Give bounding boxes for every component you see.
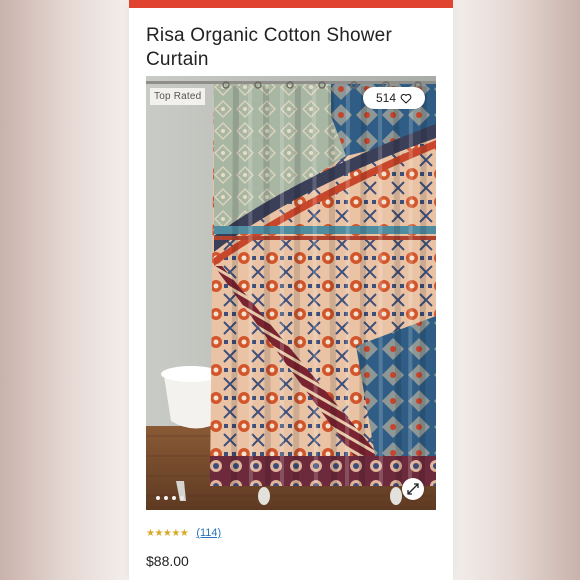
top-rated-badge: Top Rated — [150, 88, 206, 105]
expand-icon — [407, 483, 419, 495]
top-accent-bar — [129, 0, 453, 8]
gallery-dots[interactable] — [156, 496, 184, 500]
favorite-button[interactable]: 514 — [363, 87, 425, 109]
review-count-link[interactable]: (114) — [196, 527, 221, 539]
gallery-dot[interactable] — [180, 496, 184, 500]
gallery-dot[interactable] — [172, 496, 176, 500]
product-card: Risa Organic Cotton Shower Curtain Top R… — [129, 0, 453, 580]
product-title: Risa Organic Cotton Shower Curtain — [146, 25, 392, 70]
product-image[interactable]: Top Rated 514 — [146, 76, 436, 510]
gallery-dot-active[interactable] — [156, 496, 160, 500]
heart-icon — [400, 93, 412, 104]
expand-image-button[interactable] — [402, 478, 424, 500]
shower-curtain-image — [146, 76, 436, 510]
star-rating-icon: ★★★★★ — [146, 527, 189, 539]
product-price: $88.00 — [146, 553, 189, 569]
favorites-count: 514 — [375, 91, 397, 105]
gallery-dot[interactable] — [164, 496, 168, 500]
rating-row: ★★★★★ (114) — [146, 527, 221, 539]
